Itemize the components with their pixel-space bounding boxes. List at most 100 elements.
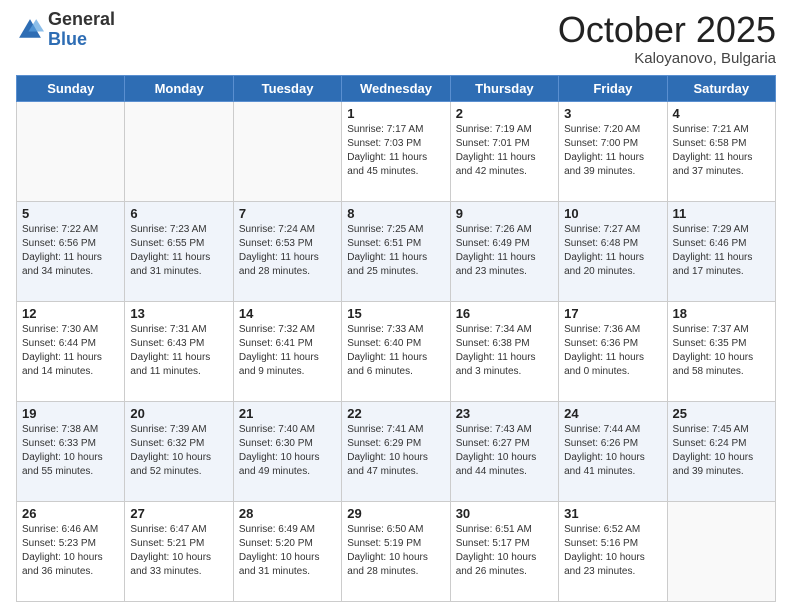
logo: General Blue	[16, 10, 115, 50]
day-info: Sunrise: 7:44 AM Sunset: 6:26 PM Dayligh…	[564, 423, 661, 479]
calendar-day-cell: 1Sunrise: 7:17 AM Sunset: 7:03 PM Daylig…	[342, 101, 450, 201]
day-info: Sunrise: 7:22 AM Sunset: 6:56 PM Dayligh…	[22, 223, 119, 279]
calendar-day-cell: 5 Sunrise: 7:22 AM Sunset: 6:56 PM Daylig…	[17, 201, 125, 301]
day-number: 23	[456, 406, 553, 421]
day-number: 22	[347, 406, 444, 421]
calendar-day-cell	[667, 501, 775, 601]
calendar-day-cell: 26 Sunrise: 6:46 AM Sunset: 5:23 PM Dayli…	[17, 501, 125, 601]
day-number: 13	[130, 306, 227, 321]
day-info: Sunrise: 7:24 AM Sunset: 6:53 PM Dayligh…	[239, 223, 336, 279]
calendar-day-cell: 8 Sunrise: 7:25 AM Sunset: 6:51 PM Daylig…	[342, 201, 450, 301]
day-info: Sunrise: 7:39 AM Sunset: 6:32 PM Dayligh…	[130, 423, 227, 479]
calendar-week-row: 26 Sunrise: 6:46 AM Sunset: 5:23 PM Dayli…	[17, 501, 776, 601]
day-number: 19	[22, 406, 119, 421]
day-number: 12	[22, 306, 119, 321]
day-info: Sunrise: 7:25 AM Sunset: 6:51 PM Dayligh…	[347, 223, 444, 279]
day-info: Sunrise: 7:30 AM Sunset: 6:44 PM Dayligh…	[22, 323, 119, 379]
day-info: Sunrise: 7:19 AM Sunset: 7:01 PM Dayligh…	[456, 123, 553, 179]
day-header-sunday: Sunday	[17, 75, 125, 101]
calendar-day-cell	[125, 101, 233, 201]
day-number: 6	[130, 206, 227, 221]
page: General Blue October 2025 Kaloyanovo, Bu…	[0, 0, 792, 612]
day-info: Sunrise: 6:50 AM Sunset: 5:19 PM Dayligh…	[347, 523, 444, 579]
header: General Blue October 2025 Kaloyanovo, Bu…	[16, 10, 776, 67]
day-info: Sunrise: 7:41 AM Sunset: 6:29 PM Dayligh…	[347, 423, 444, 479]
calendar-day-cell: 13 Sunrise: 7:31 AM Sunset: 6:43 PM Dayli…	[125, 301, 233, 401]
calendar-day-cell: 3Sunrise: 7:20 AM Sunset: 7:00 PM Daylig…	[559, 101, 667, 201]
day-info: Sunrise: 7:37 AM Sunset: 6:35 PM Dayligh…	[673, 323, 770, 379]
calendar-day-cell: 16Sunrise: 7:34 AM Sunset: 6:38 PM Dayli…	[450, 301, 558, 401]
day-number: 18	[673, 306, 770, 321]
calendar-day-cell: 14 Sunrise: 7:32 AM Sunset: 6:41 PM Dayli…	[233, 301, 341, 401]
calendar-day-cell: 22 Sunrise: 7:41 AM Sunset: 6:29 PM Dayli…	[342, 401, 450, 501]
day-info: Sunrise: 6:47 AM Sunset: 5:21 PM Dayligh…	[130, 523, 227, 579]
logo-blue-text: Blue	[48, 30, 115, 50]
day-info: Sunrise: 6:52 AM Sunset: 5:16 PM Dayligh…	[564, 523, 661, 579]
day-number: 14	[239, 306, 336, 321]
calendar-day-cell: 9 Sunrise: 7:26 AM Sunset: 6:49 PM Daylig…	[450, 201, 558, 301]
calendar-day-cell: 6 Sunrise: 7:23 AM Sunset: 6:55 PM Daylig…	[125, 201, 233, 301]
month-title: October 2025	[558, 10, 776, 50]
day-number: 11	[673, 206, 770, 221]
calendar-day-cell: 29 Sunrise: 6:50 AM Sunset: 5:19 PM Dayli…	[342, 501, 450, 601]
day-number: 10	[564, 206, 661, 221]
calendar-day-cell: 28Sunrise: 6:49 AM Sunset: 5:20 PM Dayli…	[233, 501, 341, 601]
day-number: 9	[456, 206, 553, 221]
calendar-week-row: 19 Sunrise: 7:38 AM Sunset: 6:33 PM Dayli…	[17, 401, 776, 501]
calendar-day-cell: 24Sunrise: 7:44 AM Sunset: 6:26 PM Dayli…	[559, 401, 667, 501]
day-info: Sunrise: 7:36 AM Sunset: 6:36 PM Dayligh…	[564, 323, 661, 379]
calendar-day-cell: 25Sunrise: 7:45 AM Sunset: 6:24 PM Dayli…	[667, 401, 775, 501]
day-info: Sunrise: 7:17 AM Sunset: 7:03 PM Dayligh…	[347, 123, 444, 179]
calendar-day-cell: 7 Sunrise: 7:24 AM Sunset: 6:53 PM Daylig…	[233, 201, 341, 301]
calendar-day-cell: 30Sunrise: 6:51 AM Sunset: 5:17 PM Dayli…	[450, 501, 558, 601]
logo-text: General Blue	[48, 10, 115, 50]
calendar-day-cell: 20Sunrise: 7:39 AM Sunset: 6:32 PM Dayli…	[125, 401, 233, 501]
calendar-header-row: SundayMondayTuesdayWednesdayThursdayFrid…	[17, 75, 776, 101]
day-header-friday: Friday	[559, 75, 667, 101]
day-number: 29	[347, 506, 444, 521]
day-number: 27	[130, 506, 227, 521]
calendar-day-cell: 27 Sunrise: 6:47 AM Sunset: 5:21 PM Dayli…	[125, 501, 233, 601]
day-number: 3	[564, 106, 661, 121]
calendar-week-row: 5 Sunrise: 7:22 AM Sunset: 6:56 PM Daylig…	[17, 201, 776, 301]
day-number: 30	[456, 506, 553, 521]
day-info: Sunrise: 7:23 AM Sunset: 6:55 PM Dayligh…	[130, 223, 227, 279]
day-number: 17	[564, 306, 661, 321]
day-info: Sunrise: 7:29 AM Sunset: 6:46 PM Dayligh…	[673, 223, 770, 279]
day-number: 21	[239, 406, 336, 421]
day-header-thursday: Thursday	[450, 75, 558, 101]
day-number: 7	[239, 206, 336, 221]
calendar-day-cell: 11 Sunrise: 7:29 AM Sunset: 6:46 PM Dayli…	[667, 201, 775, 301]
day-info: Sunrise: 7:31 AM Sunset: 6:43 PM Dayligh…	[130, 323, 227, 379]
day-info: Sunrise: 7:26 AM Sunset: 6:49 PM Dayligh…	[456, 223, 553, 279]
day-info: Sunrise: 7:21 AM Sunset: 6:58 PM Dayligh…	[673, 123, 770, 179]
calendar-day-cell: 17 Sunrise: 7:36 AM Sunset: 6:36 PM Dayli…	[559, 301, 667, 401]
day-info: Sunrise: 7:38 AM Sunset: 6:33 PM Dayligh…	[22, 423, 119, 479]
day-header-monday: Monday	[125, 75, 233, 101]
day-number: 31	[564, 506, 661, 521]
calendar-day-cell: 10 Sunrise: 7:27 AM Sunset: 6:48 PM Dayli…	[559, 201, 667, 301]
calendar-day-cell: 12 Sunrise: 7:30 AM Sunset: 6:44 PM Dayli…	[17, 301, 125, 401]
calendar-week-row: 1Sunrise: 7:17 AM Sunset: 7:03 PM Daylig…	[17, 101, 776, 201]
day-header-tuesday: Tuesday	[233, 75, 341, 101]
day-info: Sunrise: 7:34 AM Sunset: 6:38 PM Dayligh…	[456, 323, 553, 379]
day-info: Sunrise: 7:32 AM Sunset: 6:41 PM Dayligh…	[239, 323, 336, 379]
title-block: October 2025 Kaloyanovo, Bulgaria	[558, 10, 776, 67]
calendar-day-cell: 2Sunrise: 7:19 AM Sunset: 7:01 PM Daylig…	[450, 101, 558, 201]
calendar-day-cell: 4Sunrise: 7:21 AM Sunset: 6:58 PM Daylig…	[667, 101, 775, 201]
day-number: 26	[22, 506, 119, 521]
calendar-day-cell: 31 Sunrise: 6:52 AM Sunset: 5:16 PM Dayli…	[559, 501, 667, 601]
calendar-day-cell: 19 Sunrise: 7:38 AM Sunset: 6:33 PM Dayli…	[17, 401, 125, 501]
day-number: 8	[347, 206, 444, 221]
calendar-day-cell: 15Sunrise: 7:33 AM Sunset: 6:40 PM Dayli…	[342, 301, 450, 401]
location-title: Kaloyanovo, Bulgaria	[558, 50, 776, 67]
calendar-day-cell: 23Sunrise: 7:43 AM Sunset: 6:27 PM Dayli…	[450, 401, 558, 501]
calendar-day-cell	[233, 101, 341, 201]
day-header-wednesday: Wednesday	[342, 75, 450, 101]
day-info: Sunrise: 6:46 AM Sunset: 5:23 PM Dayligh…	[22, 523, 119, 579]
logo-general-text: General	[48, 10, 115, 30]
day-header-saturday: Saturday	[667, 75, 775, 101]
day-info: Sunrise: 6:49 AM Sunset: 5:20 PM Dayligh…	[239, 523, 336, 579]
day-info: Sunrise: 7:27 AM Sunset: 6:48 PM Dayligh…	[564, 223, 661, 279]
day-number: 5	[22, 206, 119, 221]
